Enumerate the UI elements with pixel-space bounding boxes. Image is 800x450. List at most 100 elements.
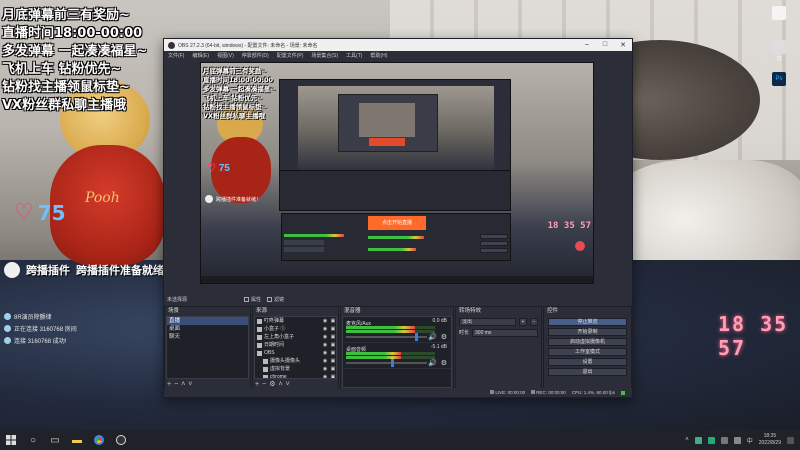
file-explorer-icon[interactable]: ▬: [66, 430, 88, 450]
source-item[interactable]: 虚拟背景 ◉ ▣: [255, 365, 336, 373]
lock-icon[interactable]: ▣: [330, 333, 336, 341]
minimize-icon[interactable]: –: [578, 41, 596, 49]
obs-taskbar-icon[interactable]: [110, 430, 132, 450]
source-item[interactable]: 左上角小盒子 ◉ ▣: [255, 333, 336, 341]
desktop-app-icon[interactable]: Q: [766, 40, 792, 62]
filters-icon: [267, 296, 273, 302]
studio-mode-button[interactable]: 工作室模式: [548, 348, 627, 356]
preview-nested-docks: 点击开始直播: [281, 213, 511, 261]
menu-tools[interactable]: 工具(T): [346, 52, 362, 59]
preview-heart-icon: ♡: [207, 163, 216, 174]
search-icon[interactable]: ○: [22, 430, 44, 450]
lock-icon[interactable]: ▣: [330, 341, 336, 349]
eye-icon[interactable]: ◉: [322, 325, 328, 333]
obs-menubar: 文件(F) 编辑(E) 视图(V) 停靠部件(D) 配置文件(P) 场景集合(S…: [164, 51, 632, 60]
settings-button[interactable]: 设置: [548, 358, 627, 366]
filters-button[interactable]: 滤镜: [267, 296, 284, 303]
add-source-icon[interactable]: +: [255, 381, 259, 388]
eye-icon[interactable]: ◉: [322, 317, 328, 325]
maximize-icon[interactable]: □: [596, 41, 614, 49]
task-view-icon[interactable]: ▭: [44, 430, 66, 450]
add-scene-icon[interactable]: +: [167, 381, 171, 388]
move-down-icon[interactable]: ˅: [188, 381, 192, 388]
remove-scene-icon[interactable]: −: [174, 381, 178, 388]
menu-edit[interactable]: 编辑(E): [192, 52, 209, 59]
ime-icon[interactable]: 中: [747, 436, 753, 445]
volume-icon[interactable]: [733, 436, 741, 444]
menu-profile[interactable]: 配置文件(P): [277, 52, 304, 59]
lock-icon[interactable]: ▣: [330, 365, 336, 373]
move-up-icon[interactable]: ˄: [278, 381, 282, 388]
wechat-icon[interactable]: [707, 436, 715, 444]
tray-expand-icon[interactable]: ˄: [685, 437, 689, 443]
network-icon[interactable]: [720, 436, 728, 444]
source-item[interactable]: 叮咚弹幕 ◉ ▣: [255, 317, 336, 325]
lock-icon[interactable]: ▣: [330, 317, 336, 325]
scene-item[interactable]: 聊天: [167, 333, 248, 341]
rec-status-text: REC: 00:00:00: [536, 390, 566, 395]
overlay-line: 直播时间18:00-00:00: [2, 26, 143, 41]
taskbar-time: 18:35: [763, 433, 777, 439]
source-name: 日期时间: [264, 342, 285, 348]
lock-icon[interactable]: ▣: [330, 325, 336, 333]
tray-app-icon[interactable]: [694, 436, 702, 444]
close-icon[interactable]: ✕: [614, 41, 632, 49]
source-settings-icon[interactable]: ⚙: [269, 380, 275, 388]
eye-icon[interactable]: ◉: [322, 341, 328, 349]
chrome-icon[interactable]: [88, 430, 110, 450]
volume-slider-knob[interactable]: [390, 359, 394, 367]
level-meter: [346, 326, 435, 329]
desktop-ps-icon[interactable]: Ps: [766, 72, 792, 88]
transition-type-select[interactable]: 淡出: [459, 317, 516, 326]
volume-slider[interactable]: [346, 362, 427, 364]
source-item[interactable]: 小盒子 ① ◉ ▣: [255, 325, 336, 333]
move-up-icon[interactable]: ˄: [181, 381, 185, 388]
remove-source-icon[interactable]: −: [262, 381, 266, 388]
eye-icon[interactable]: ◉: [322, 373, 328, 378]
lock-icon[interactable]: ▣: [330, 349, 336, 357]
desktop-file-icon[interactable]: [766, 6, 792, 22]
menu-file[interactable]: 文件(F): [168, 52, 184, 59]
add-transition-icon[interactable]: +: [519, 317, 527, 326]
eye-icon[interactable]: ◉: [322, 349, 328, 357]
move-down-icon[interactable]: ˅: [286, 381, 290, 388]
source-item[interactable]: 日期时间 ◉ ▣: [255, 341, 336, 349]
obs-titlebar[interactable]: OBS 27.2.3 (64-bit, windows) - 配置文件: 未命名…: [164, 39, 632, 51]
start-virtual-camera-button[interactable]: 启动虚拟摄像机: [548, 338, 627, 346]
gear-icon[interactable]: ⚙: [441, 333, 447, 341]
eye-icon[interactable]: ◉: [322, 333, 328, 341]
taskbar-clock[interactable]: 18:35 2022/8/29: [759, 433, 781, 447]
source-item[interactable]: chrome ◉ ▣: [255, 373, 336, 378]
start-button[interactable]: [0, 430, 22, 450]
scenes-footer: + − ˄ ˅: [167, 380, 192, 388]
remove-transition-icon[interactable]: −: [530, 317, 538, 326]
gear-icon[interactable]: ⚙: [441, 359, 447, 367]
duration-input[interactable]: 300 ms: [472, 328, 538, 337]
stop-streaming-button[interactable]: 停止推流: [548, 318, 627, 326]
properties-button[interactable]: 属性: [244, 296, 261, 303]
start-recording-button[interactable]: 开始录制: [548, 328, 627, 336]
speaker-icon[interactable]: 🔊: [428, 359, 437, 367]
speaker-icon[interactable]: 🔊: [428, 333, 437, 341]
scenes-dock: 场景 直播 桌面 聊天 + − ˄ ˅: [164, 306, 251, 390]
eye-icon[interactable]: ◉: [322, 357, 328, 365]
menu-scene-collection[interactable]: 场景集合(S): [311, 52, 338, 59]
source-item[interactable]: 摄像头摄像头 ◉ ▣: [255, 357, 336, 365]
menu-view[interactable]: 视图(V): [217, 52, 234, 59]
menu-help[interactable]: 帮助(H): [370, 52, 387, 59]
lock-icon[interactable]: ▣: [330, 373, 336, 378]
chat-item: 连接 3160768 成功!: [4, 334, 77, 346]
no-source-label: 未选择源: [167, 296, 188, 303]
source-item[interactable]: OBS ◉ ▣: [255, 349, 336, 357]
source-toolbar: 未选择源 属性 滤镜: [164, 294, 632, 304]
exit-button[interactable]: 退出: [548, 368, 627, 376]
lock-icon[interactable]: ▣: [330, 357, 336, 365]
volume-slider-knob[interactable]: [414, 333, 418, 341]
menu-docks[interactable]: 停靠部件(D): [242, 52, 269, 59]
notification-icon[interactable]: [787, 436, 794, 444]
source-type-icon: [263, 358, 268, 364]
eye-icon[interactable]: ◉: [322, 365, 328, 373]
obs-preview[interactable]: 月底弹幕前三有奖励~ 直播时间18:00-00:00 多发弹幕 一起凑凑福星~ …: [200, 62, 594, 284]
scene-item[interactable]: 桌面: [167, 325, 248, 333]
scene-item[interactable]: 直播: [167, 317, 248, 325]
